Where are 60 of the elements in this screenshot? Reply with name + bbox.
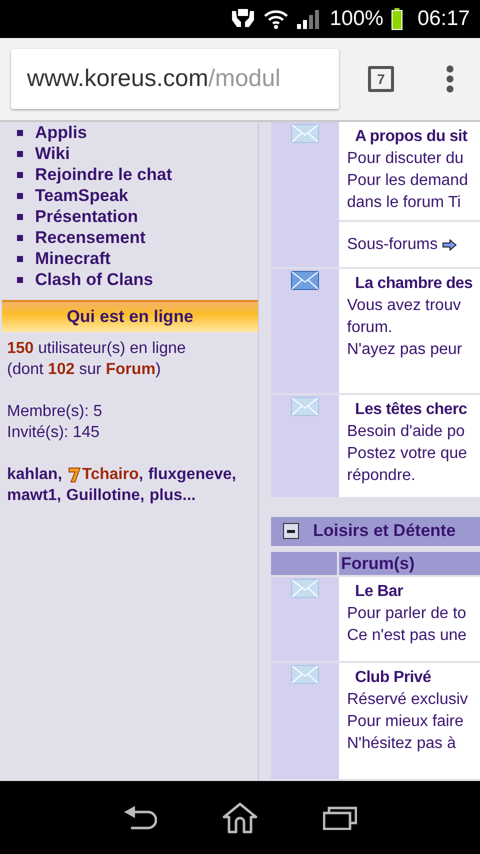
forum-description: forum. (347, 318, 394, 338)
online-count: Invité(s): 145 (7, 423, 100, 443)
forum-title-link[interactable]: Les têtes cherc (347, 398, 480, 421)
forum-description: Ce n'est pas une (347, 626, 468, 646)
forum-title-link[interactable]: La chambre des (347, 273, 480, 296)
user-link[interactable]: fluxgeneve (148, 464, 232, 485)
arrow-icon[interactable] (442, 238, 457, 251)
bullet-icon (17, 130, 23, 136)
column-header: Forum(s) (339, 552, 480, 575)
hands-icon (230, 8, 256, 30)
bullet-icon (17, 276, 23, 282)
bullet-icon (17, 150, 23, 156)
forum-description: Besoin d'aide po (347, 422, 466, 442)
user-link[interactable]: Guillotine (66, 485, 140, 506)
forum-title-link[interactable]: Le Bar (347, 580, 480, 603)
forum-description: Pour les demand (347, 171, 469, 191)
separator: , (140, 486, 144, 506)
url-field[interactable]: www.koreus.com/modul (11, 49, 339, 109)
collapse-icon[interactable] (283, 523, 299, 540)
user-link[interactable]: Tchairo (82, 464, 139, 485)
more-link[interactable]: plus... (149, 485, 196, 506)
bullet-icon (17, 192, 23, 198)
tab-count-button[interactable]: 7 (368, 66, 394, 92)
forum-description: Réservé exclusiv (347, 690, 469, 710)
wifi-icon (264, 9, 288, 29)
signal-icon (296, 9, 320, 29)
battery-percent: 100% (330, 6, 384, 32)
menu-icon[interactable] (446, 65, 454, 93)
bullet-icon (17, 172, 23, 178)
forum-description: dans le forum Ti (347, 193, 462, 213)
forum-title-link[interactable]: Club Privé (347, 667, 480, 690)
separator: , (232, 465, 236, 485)
bullet-icon (17, 256, 23, 262)
subforums-label: Sous-forums (347, 234, 438, 255)
recent-apps-icon[interactable] (323, 806, 358, 830)
user-link[interactable]: kahlan (7, 464, 58, 485)
forum-description: Postez votre que (347, 444, 468, 464)
forum-description: Vous avez trouv (347, 296, 462, 316)
home-icon[interactable] (222, 802, 258, 834)
clock: 06:17 (417, 6, 470, 32)
forum-description: N'hésitez pas à (347, 734, 457, 754)
online-summary: 150 utilisateur(s) en ligne (7, 339, 187, 359)
separator: , (56, 486, 62, 506)
separator: , (58, 465, 62, 485)
user-link[interactable]: mawt1 (7, 485, 57, 506)
forum-description: N'ayez pas peur (347, 340, 464, 360)
battery-icon (391, 8, 404, 30)
forum-description: répondre. (347, 466, 416, 486)
forum-description: Pour parler de to (347, 604, 468, 624)
back-icon[interactable] (122, 806, 157, 830)
forum-description: Pour discuter du (347, 149, 465, 169)
online-summary: (dont 102 sur Forum) (7, 360, 162, 380)
forum-title-link[interactable]: A propos du sit (347, 126, 480, 148)
bullet-icon (17, 234, 23, 240)
category-title: Loisirs et Détente (313, 520, 456, 542)
bullet-icon (17, 214, 23, 220)
online-count: Membre(s): 5 (7, 402, 104, 422)
separator: , (138, 465, 144, 485)
forum-description: Pour mieux faire (347, 712, 464, 732)
section-header: Qui est en ligne (2, 300, 258, 332)
